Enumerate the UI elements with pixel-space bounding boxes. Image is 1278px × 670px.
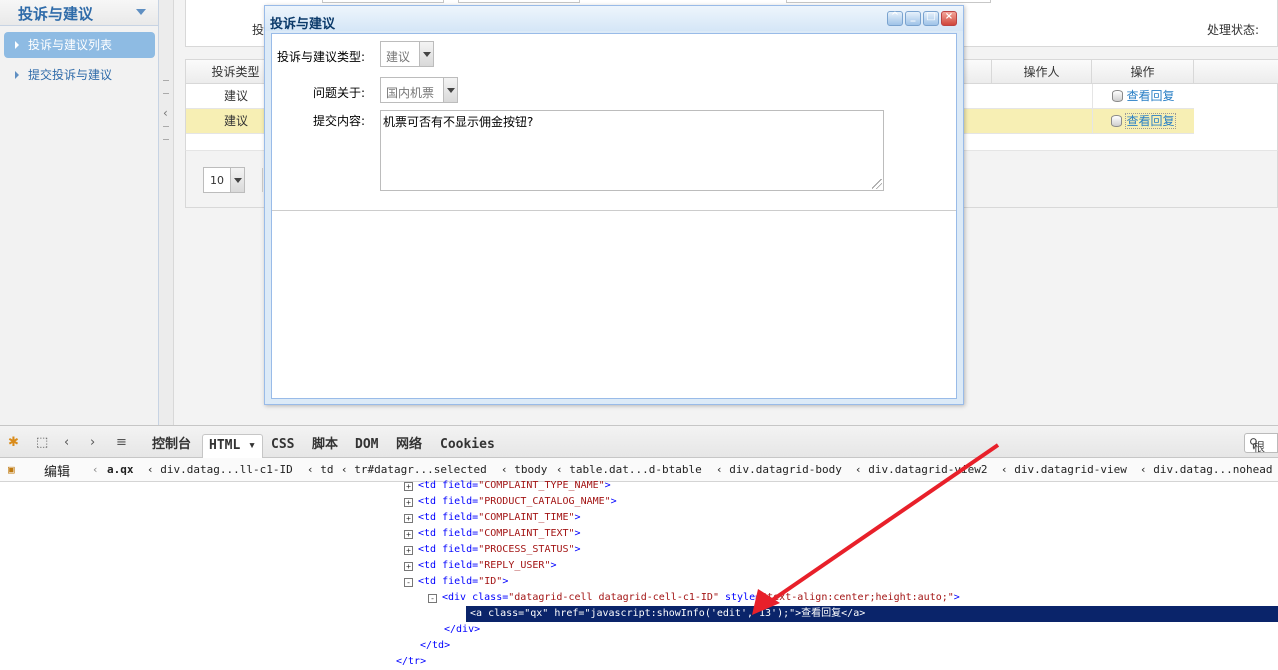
firebug-panel: ✱ ⬚ ‹ › ≡ 控制台 HTML ▾ CSS 脚本 DOM 网络 Cooki… <box>0 425 1278 667</box>
about-select-value: 国内机票 <box>386 86 435 100</box>
view-reply-link[interactable]: 查看回复 <box>1125 113 1176 129</box>
dialog-body: 投诉与建议类型: 建议 问题关于: 国内机票 提交内容: 机票可否有不显示佣金按… <box>271 33 957 399</box>
sidebar-header[interactable]: 投诉与建议 <box>0 0 158 26</box>
grip-icon <box>163 80 169 94</box>
page-size-value: 10 <box>210 174 224 187</box>
type-label: 投诉与建议类型: <box>276 50 365 64</box>
sidebar: 投诉与建议 投诉与建议列表 提交投诉与建议 <box>0 0 159 425</box>
cell-action: 查看回复 <box>1092 109 1194 134</box>
content-text: 机票可否有不显示佣金按钮? <box>383 115 534 129</box>
app-window: 投诉与建议 投诉与建议列表 提交投诉与建议 ‹ 投 处理状态: 投诉类型 操作人 <box>0 0 1278 425</box>
column-header-action[interactable]: 操作 <box>1092 60 1194 84</box>
dropdown-arrow-icon[interactable] <box>419 42 433 66</box>
grip-icon <box>163 126 169 140</box>
search-field[interactable] <box>458 0 580 3</box>
search-field[interactable] <box>786 0 991 3</box>
content-label: 提交内容: <box>312 114 365 128</box>
complaint-dialog: 投诉与建议 ^ _ □ × 投诉与建议类型: 建议 问题关于: 国内机票 提交内… <box>264 5 964 405</box>
sidebar-item-submit-complaint[interactable]: 提交投诉与建议 <box>4 62 155 88</box>
collapse-icon[interactable]: ^ <box>887 11 903 26</box>
dropdown-arrow-icon[interactable] <box>443 78 457 102</box>
content-textarea[interactable]: 机票可否有不显示佣金按钮? <box>380 110 884 191</box>
layout-splitter[interactable]: ‹ <box>159 0 174 425</box>
dialog-titlebar[interactable]: 投诉与建议 ^ _ □ × <box>265 6 963 32</box>
cell-action: 查看回复 <box>1092 84 1194 109</box>
page-size-select[interactable]: 10 <box>203 167 245 193</box>
search-field[interactable] <box>322 0 444 3</box>
complaint-form: 投诉与建议类型: 建议 问题关于: 国内机票 提交内容: 机票可否有不显示佣金按… <box>272 34 956 211</box>
database-icon <box>1112 90 1124 102</box>
sidebar-header-title: 投诉与建议 <box>18 5 94 23</box>
resize-grip-icon[interactable] <box>872 179 882 189</box>
close-icon[interactable]: × <box>941 11 957 26</box>
column-header-operator[interactable]: 操作人 <box>991 60 1092 84</box>
sidebar-item-complaint-list[interactable]: 投诉与建议列表 <box>4 32 155 58</box>
maximize-icon[interactable]: □ <box>923 11 939 26</box>
status-filter-label: 处理状态: <box>1206 23 1259 37</box>
type-select[interactable]: 建议 <box>380 41 434 67</box>
collapse-left-icon[interactable]: ‹ <box>163 106 168 120</box>
annotation-arrow <box>752 443 1000 615</box>
chevron-down-icon[interactable] <box>136 9 146 15</box>
triangle-right-icon <box>15 41 19 49</box>
type-select-value: 建议 <box>386 50 411 64</box>
pager-separator <box>262 168 263 192</box>
dialog-title: 投诉与建议 <box>270 17 336 32</box>
arrow-shaft <box>766 443 1000 605</box>
database-icon <box>1111 115 1123 127</box>
sidebar-item-label: 提交投诉与建议 <box>28 68 113 82</box>
sidebar-item-label: 投诉与建议列表 <box>28 38 113 52</box>
view-reply-link[interactable]: 查看回复 <box>1126 89 1174 103</box>
triangle-right-icon <box>15 71 19 79</box>
arrow-head <box>752 589 780 615</box>
dropdown-arrow-icon[interactable] <box>230 168 244 192</box>
about-label: 问题关于: <box>312 86 365 100</box>
search-label: 投 <box>252 23 265 37</box>
minimize-icon[interactable]: _ <box>905 11 921 26</box>
about-select[interactable]: 国内机票 <box>380 77 458 103</box>
